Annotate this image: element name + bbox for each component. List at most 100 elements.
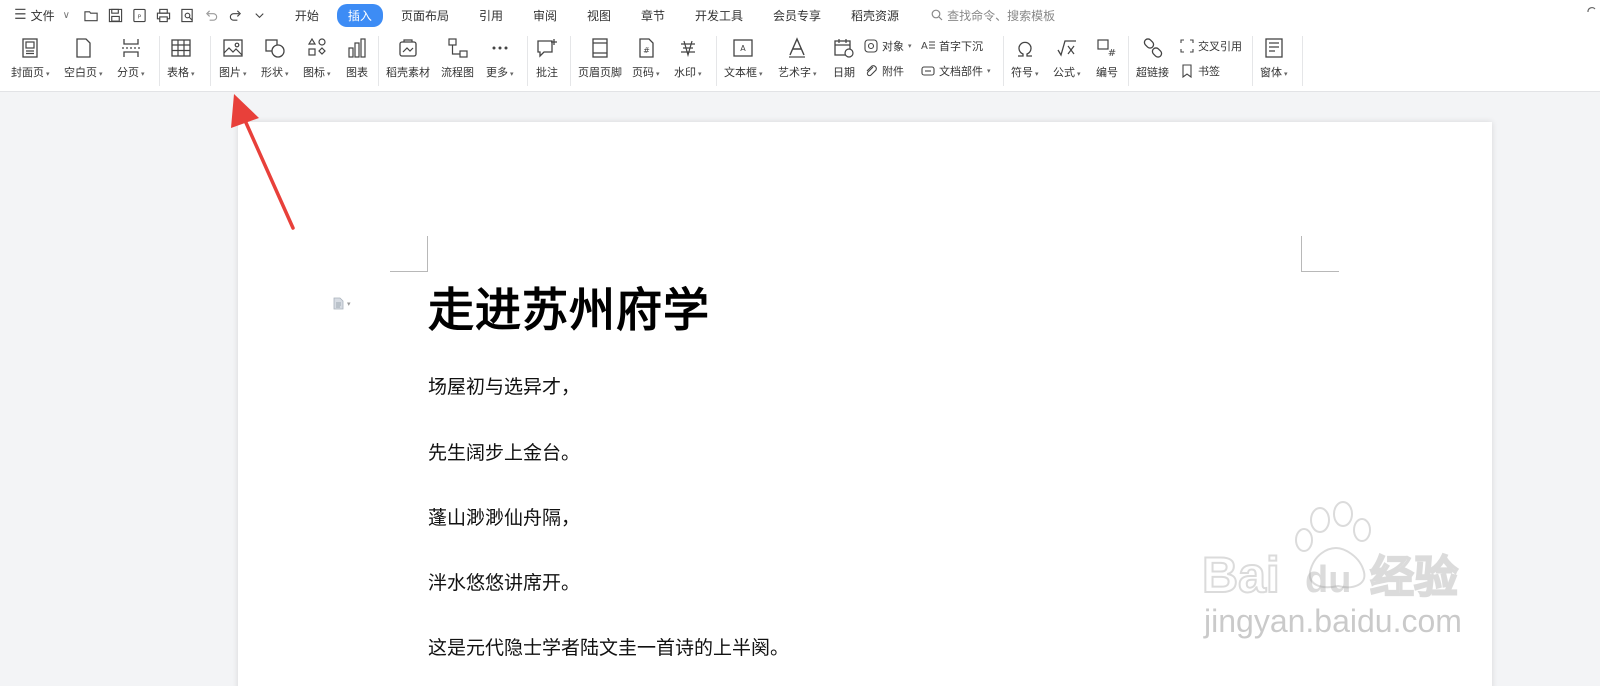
attachment-button[interactable]: 附件 xyxy=(864,63,904,79)
open-folder-icon[interactable] xyxy=(84,8,99,23)
ribbon-separator xyxy=(570,36,571,86)
wordart-label: 艺术字 xyxy=(778,66,811,79)
document-paragraph[interactable]: 蓬山渺渺仙舟隔， xyxy=(428,503,580,530)
tab-view[interactable]: 视图 xyxy=(575,4,623,27)
tab-references[interactable]: 引用 xyxy=(467,4,515,27)
wordart-button[interactable]: 艺术字 ▾ xyxy=(778,36,817,80)
document-title[interactable]: 走进苏州府学 xyxy=(428,274,710,340)
form-window-button[interactable]: 窗体 ▾ xyxy=(1260,36,1288,80)
textbox-icon: A xyxy=(731,36,755,60)
doc-parts-label: 文档部件 xyxy=(939,65,983,78)
page-break-button[interactable]: 分页 ▾ xyxy=(117,36,145,80)
header-footer-button[interactable]: 页眉页脚 xyxy=(578,36,622,80)
print-icon[interactable] xyxy=(156,8,171,23)
symbol-button[interactable]: 符号 ▾ xyxy=(1011,36,1039,80)
comment-button[interactable]: 批注 xyxy=(535,36,559,80)
watermark-button[interactable]: 水印 ▾ xyxy=(674,36,702,80)
document-paragraph[interactable]: 这是元代隐士学者陆文圭一首诗的上半阕。 xyxy=(428,633,789,660)
file-menu[interactable]: ☰ 文件 ∨ xyxy=(14,7,70,24)
ribbon-separator xyxy=(1302,36,1303,86)
blank-page-icon xyxy=(71,36,95,60)
document-paragraph[interactable]: 场屋初与选异才， xyxy=(428,372,580,399)
export-pdf-icon[interactable]: P xyxy=(132,8,147,23)
watermark-brand-du: du xyxy=(1305,559,1351,601)
baidu-jingyan-watermark: Bai du 经验 jingyan.baidu.com xyxy=(1201,501,1462,639)
textbox-label: 文本框 xyxy=(724,66,757,79)
object-icon xyxy=(864,39,878,53)
shape-icon xyxy=(263,36,287,60)
doc-parts-button[interactable]: 文档部件 ▾ xyxy=(921,63,991,79)
picture-button[interactable]: 图片 ▾ xyxy=(219,36,247,80)
table-button[interactable]: 表格 ▾ xyxy=(167,36,195,80)
icons-icon xyxy=(305,36,329,60)
tab-docer-resources[interactable]: 稻壳资源 xyxy=(839,4,911,27)
page-number-button[interactable]: # 页码 ▾ xyxy=(632,36,660,80)
textbox-button[interactable]: A 文本框 ▾ xyxy=(724,36,763,80)
save-icon[interactable] xyxy=(108,8,123,23)
calendar-icon xyxy=(832,36,856,60)
more-button[interactable]: 更多 ▾ xyxy=(486,36,514,80)
cross-reference-icon xyxy=(1180,39,1194,53)
ribbon-separator xyxy=(716,36,717,86)
document-icon xyxy=(333,297,344,310)
print-preview-icon[interactable] xyxy=(180,8,195,23)
watermark-label: 水印 xyxy=(674,66,696,79)
cover-page-button[interactable]: 封面页 ▾ xyxy=(11,36,50,80)
blank-page-label: 空白页 xyxy=(64,66,97,79)
flowchart-icon xyxy=(446,36,470,60)
cross-reference-button[interactable]: 交叉引用 xyxy=(1180,38,1242,54)
object-label: 对象 xyxy=(882,40,904,53)
ribbon-separator xyxy=(159,36,160,86)
icons-button[interactable]: 图标 ▾ xyxy=(303,36,331,80)
date-button[interactable]: 日期 xyxy=(832,36,856,80)
svg-text:#: # xyxy=(1108,48,1116,59)
chart-button[interactable]: 图表 xyxy=(345,36,369,80)
form-window-label: 窗体 xyxy=(1260,66,1282,79)
cloud-sync-icon[interactable] xyxy=(1586,6,1600,20)
tab-review[interactable]: 审阅 xyxy=(521,4,569,27)
numbering-button[interactable]: # 编号 xyxy=(1095,36,1119,80)
ribbon-separator xyxy=(1252,36,1253,86)
ribbon-tabs: 开始 插入 页面布局 引用 审阅 视图 章节 开发工具 会员专享 稻壳资源 xyxy=(283,3,917,27)
picture-label: 图片 xyxy=(219,66,241,79)
annotation-arrow xyxy=(231,94,295,230)
shape-button[interactable]: 形状 ▾ xyxy=(261,36,289,80)
bookmark-label: 书签 xyxy=(1198,65,1220,78)
docer-material-button[interactable]: 稻壳素材 xyxy=(386,36,430,80)
header-footer-icon xyxy=(588,36,612,60)
watermark-url: jingyan.baidu.com xyxy=(1203,603,1462,639)
customize-toolbar-icon[interactable] xyxy=(252,8,267,23)
blank-page-button[interactable]: 空白页 ▾ xyxy=(64,36,103,80)
margin-corner-top-right xyxy=(1301,236,1339,272)
document-paragraph[interactable]: 先生阔步上金台。 xyxy=(428,438,580,465)
object-button[interactable]: 对象 ▾ xyxy=(864,38,912,54)
paragraph-layout-button[interactable]: ▾ xyxy=(333,297,351,310)
drop-cap-label: 首字下沉 xyxy=(939,40,983,53)
tab-home[interactable]: 开始 xyxy=(283,4,331,27)
hamburger-icon: ☰ xyxy=(14,7,27,23)
command-search[interactable]: 查找命令、搜索模板 xyxy=(931,7,1055,24)
omega-icon xyxy=(1013,36,1037,60)
redo-icon[interactable] xyxy=(228,8,243,23)
tab-section[interactable]: 章节 xyxy=(629,4,677,27)
ribbon-separator xyxy=(1003,36,1004,86)
chart-icon xyxy=(345,36,369,60)
command-search-placeholder: 查找命令、搜索模板 xyxy=(947,8,1056,23)
svg-text:P: P xyxy=(138,14,142,20)
page-break-label: 分页 xyxy=(117,66,139,79)
tab-developer[interactable]: 开发工具 xyxy=(683,4,755,27)
formula-button[interactable]: 公式 ▾ xyxy=(1053,36,1081,80)
cross-reference-label: 交叉引用 xyxy=(1198,40,1242,53)
hyperlink-button[interactable]: 超链接 xyxy=(1136,36,1169,80)
bookmark-button[interactable]: 书签 xyxy=(1180,63,1220,79)
ribbon-separator xyxy=(1128,36,1129,86)
flowchart-button[interactable]: 流程图 xyxy=(441,36,474,80)
attachment-label: 附件 xyxy=(882,65,904,78)
document-paragraph[interactable]: 泮水悠悠讲席开。 xyxy=(428,568,580,595)
drop-cap-button[interactable]: A 首字下沉 xyxy=(921,38,983,54)
undo-icon[interactable] xyxy=(204,8,219,23)
ribbon-separator xyxy=(378,36,379,86)
tab-insert[interactable]: 插入 xyxy=(336,3,383,27)
tab-member[interactable]: 会员专享 xyxy=(761,4,833,27)
tab-page-layout[interactable]: 页面布局 xyxy=(389,4,461,27)
